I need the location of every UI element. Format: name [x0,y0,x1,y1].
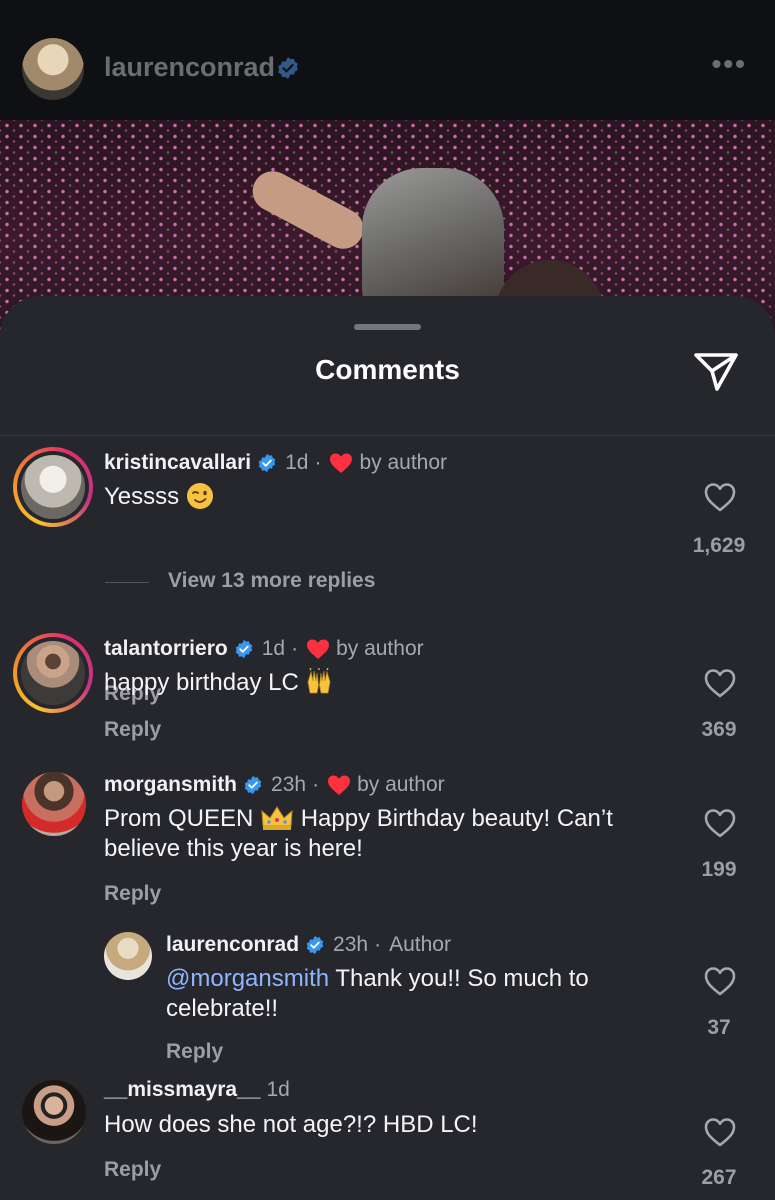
like-icon[interactable] [703,1116,737,1148]
avatar[interactable] [22,1080,86,1144]
story-ring[interactable] [13,633,93,713]
photo-arm [245,164,371,256]
comment-meta: laurenconrad 23h · Author [166,933,451,957]
like-count: 267 [701,1166,737,1189]
comment-text: How does she not age?!? HBD LC! [104,1111,478,1138]
separator-dot: · [314,451,322,474]
reply-button[interactable]: Reply [104,882,161,906]
crown-emoji-icon [261,806,293,830]
comment-text-content: celebrate!! [166,995,279,1022]
comment-text-content: Yessss [104,483,180,510]
comment-time: 23h [333,933,369,956]
post-author-avatar[interactable] [22,38,84,100]
comment-text: Yessss [104,482,214,512]
comment-text-content: happy birthday LC [104,669,299,696]
verified-badge-icon [278,57,298,79]
like-icon[interactable] [703,807,737,839]
comment-text-content: believe this year is here! [104,835,363,862]
comment-username[interactable]: morgansmith [104,773,237,797]
verified-badge-icon [244,775,262,795]
comment-text: happy birthday LC [104,668,333,698]
post-header: laurenconrad ••• [0,0,775,120]
comment-time: 1d [261,637,286,660]
like-count: 369 [701,718,737,741]
liked-by-author-label: by author [336,637,424,660]
separator-dot: · [312,773,320,796]
wink-emoji-icon [186,483,213,509]
comment-text: @morgansmith Thank you!! So much to cele… [166,964,589,1024]
heart-icon [328,775,351,795]
avatar[interactable] [104,932,152,980]
like-icon[interactable] [703,667,737,699]
comment-text: Prom QUEEN Happy Birthday beauty! Can’t … [104,804,613,864]
comment-meta: morgansmith 23h · by author [104,773,445,797]
comment-text-content: Thank you!! So much to [335,965,589,992]
verified-badge-icon [258,453,276,473]
sheet-title: Comments [315,354,460,385]
verified-badge-icon [306,935,324,955]
verified-badge-icon [235,639,252,659]
comment-meta: talantorriero 1d · by author [104,637,424,661]
view-more-replies-button[interactable]: View 13 more replies [168,569,375,593]
comment-text-content: Happy Birthday beauty! Can’t [300,805,613,832]
comment-meta: __missmayra__ 1d [104,1078,296,1102]
share-icon[interactable] [692,350,740,394]
comment-meta: kristincavallari 1d · by author [104,451,447,475]
reply-button[interactable]: Reply [104,1158,161,1182]
liked-by-author-label: by author [359,451,448,474]
author-label: Author [389,933,451,956]
liked-by-author-label: by author [357,773,445,796]
post-author-username[interactable]: laurenconrad [104,52,275,83]
sheet-grabber[interactable] [354,324,421,330]
sheet-divider [0,435,775,436]
like-icon[interactable] [703,481,737,513]
like-count: 199 [701,858,737,881]
like-count: 1,629 [692,534,746,557]
raised-hands-emoji-icon [308,668,331,694]
comment-time: 1d [266,1078,290,1101]
comment-time: 1d [285,451,309,474]
comments-sheet: Comments kristincavallari 1d · by author… [0,296,775,1200]
separator-dot: · [291,637,299,660]
reply-button[interactable]: Reply [166,1040,223,1064]
comment-username[interactable]: laurenconrad [166,933,299,957]
story-ring[interactable] [13,447,93,527]
instagram-comments-screen: laurenconrad ••• Comments kristincavalla… [0,0,775,1200]
heart-icon [330,453,353,473]
comment-time: 23h [271,773,307,796]
comment-username[interactable]: talantorriero [104,637,228,661]
avatar[interactable] [21,641,85,705]
comment-username[interactable]: __missmayra__ [104,1078,260,1102]
heart-icon [307,639,330,659]
avatar[interactable] [21,455,85,519]
comment-username[interactable]: kristincavallari [104,451,251,475]
mention-link[interactable]: @morgansmith [166,965,329,992]
view-replies-line [105,582,149,583]
like-icon[interactable] [703,965,737,997]
comment-text-content: Prom QUEEN [104,805,254,832]
more-icon[interactable]: ••• [712,48,747,80]
avatar[interactable] [22,772,86,836]
reply-button[interactable]: Reply [104,718,161,742]
separator-dot: · [374,933,382,956]
like-count: 37 [707,1016,731,1039]
